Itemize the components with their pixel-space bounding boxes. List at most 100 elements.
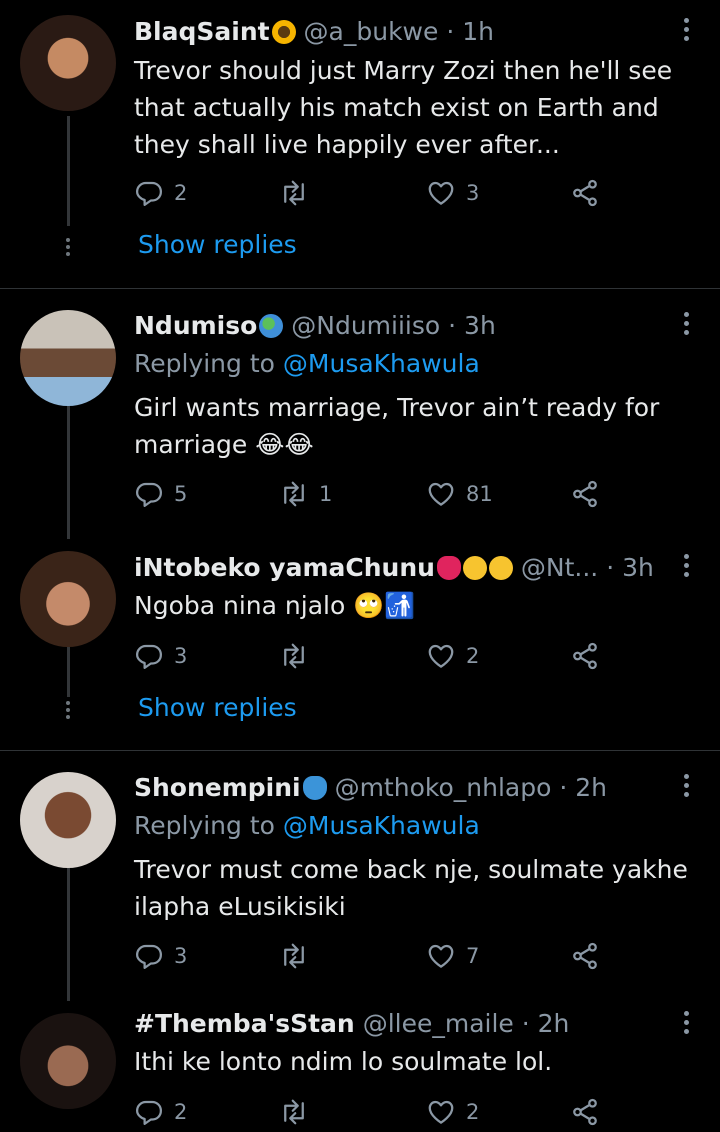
like-icon: [426, 479, 456, 509]
author-handle[interactable]: @mthoko_nhlapo: [335, 773, 552, 802]
retweet-button[interactable]: [279, 939, 319, 973]
share-button[interactable]: [570, 939, 610, 973]
author-name[interactable]: BlaqSaint: [134, 17, 270, 46]
show-replies-link[interactable]: Show replies: [138, 230, 297, 259]
retweet-icon: [279, 1097, 309, 1127]
share-button[interactable]: [570, 477, 610, 511]
like-count: 3: [466, 181, 480, 205]
tweet-time[interactable]: · 3h: [606, 553, 654, 582]
reply-icon: [134, 479, 164, 509]
reply-button[interactable]: 3: [134, 639, 187, 673]
retweet-button[interactable]: [279, 1095, 319, 1129]
author-name[interactable]: #Themba'sStan: [134, 1009, 355, 1038]
replying-to-label: Replying to: [134, 349, 275, 378]
like-button[interactable]: 7: [426, 939, 479, 973]
like-count: 2: [466, 644, 480, 668]
tweet-header: iNtobeko yamaChunu @Nt... · 3h: [134, 551, 680, 585]
like-icon: [426, 1097, 456, 1127]
replying-to-label: Replying to: [134, 811, 275, 840]
like-button[interactable]: 2: [426, 639, 479, 673]
tweet-header: Shonempini @mthoko_nhlapo · 2h: [134, 771, 680, 805]
tweet[interactable]: iNtobeko yamaChunu @Nt... · 3h Ngoba nin…: [0, 539, 720, 750]
show-replies-link[interactable]: Show replies: [138, 693, 297, 722]
share-button[interactable]: [570, 176, 610, 210]
author-handle[interactable]: @a_bukwe: [304, 17, 439, 46]
retweet-button[interactable]: 1: [279, 477, 332, 511]
tweet-actions: 5 1 81: [134, 477, 614, 511]
globe-icon: [259, 314, 284, 338]
reply-button[interactable]: 2: [134, 1095, 187, 1129]
retweet-icon: [279, 941, 309, 971]
author-handle[interactable]: @Nt...: [521, 553, 598, 582]
tweet[interactable]: Ndumiso @Ndumiiiso · 3h Replying to @Mus…: [0, 289, 720, 539]
reply-count: 3: [174, 644, 188, 668]
author-name[interactable]: Ndumiso: [134, 311, 257, 340]
retweet-button[interactable]: [279, 176, 319, 210]
author-handle[interactable]: @llee_maile: [363, 1009, 514, 1038]
more-icon[interactable]: [684, 774, 690, 801]
thread-line: [67, 116, 70, 226]
retweet-icon: [279, 178, 309, 208]
reply-button[interactable]: 2: [134, 176, 187, 210]
tweet-time[interactable]: · 3h: [448, 311, 496, 340]
tweet-actions: 2 2: [134, 1095, 614, 1129]
share-icon: [570, 941, 600, 971]
avatar[interactable]: [20, 15, 116, 111]
reply-icon: [134, 641, 164, 671]
tweet-time[interactable]: · 2h: [522, 1009, 570, 1038]
like-button[interactable]: 2: [426, 1095, 479, 1129]
tweet-text: Trevor should just Marry Zozi then he'll…: [134, 56, 673, 159]
share-icon: [570, 641, 600, 671]
author-handle[interactable]: @Ndumiiiso: [291, 311, 440, 340]
retweet-button[interactable]: [279, 639, 319, 673]
like-button[interactable]: 81: [426, 477, 493, 511]
reply-button[interactable]: 3: [134, 939, 187, 973]
avatar[interactable]: [20, 772, 116, 868]
tweet[interactable]: #Themba'sStan @llee_maile · 2h Ithi ke l…: [0, 1001, 720, 1132]
replying-to: Replying to @MusaKhawula: [134, 809, 480, 843]
avatar[interactable]: [20, 551, 116, 647]
tweet-text: Girl wants marriage, Trevor ain’t ready …: [134, 393, 660, 459]
share-button[interactable]: [570, 1095, 610, 1129]
avatar[interactable]: [20, 310, 116, 406]
retweet-count: 1: [319, 482, 333, 506]
tweet[interactable]: BlaqSaint @a_bukwe · 1h Trevor should ju…: [0, 0, 720, 288]
blue-heart-icon: [302, 776, 327, 800]
tweet-actions: 3 7: [134, 939, 614, 973]
share-icon: [570, 178, 600, 208]
reply-button[interactable]: 5: [134, 477, 187, 511]
more-icon[interactable]: [684, 312, 690, 339]
retweet-icon: [279, 641, 309, 671]
tweet-header: Ndumiso @Ndumiiiso · 3h: [134, 309, 680, 343]
like-count: 2: [466, 1100, 480, 1124]
tweet-time[interactable]: · 2h: [559, 773, 607, 802]
tweet-text: Trevor must come back nje, soulmate yakh…: [134, 855, 688, 921]
reply-icon: [134, 941, 164, 971]
tweet-time[interactable]: · 1h: [446, 17, 494, 46]
thread-dots: [65, 701, 71, 722]
more-icon[interactable]: [684, 554, 690, 581]
mention-link[interactable]: @MusaKhawula: [283, 811, 480, 840]
more-icon[interactable]: [684, 1011, 690, 1038]
avatar[interactable]: [20, 1013, 116, 1109]
heart-eyes-icon: [488, 556, 513, 580]
like-count: 81: [466, 482, 493, 506]
share-button[interactable]: [570, 639, 610, 673]
author-name[interactable]: Shonempini: [134, 773, 301, 802]
more-icon[interactable]: [684, 18, 690, 45]
mention-link[interactable]: @MusaKhawula: [283, 349, 480, 378]
share-icon: [570, 1097, 600, 1127]
like-icon: [426, 641, 456, 671]
reply-count: 2: [174, 1100, 188, 1124]
thread-dots: [65, 238, 71, 259]
like-button[interactable]: 3: [426, 176, 479, 210]
tweet-text: Ithi ke lonto ndim lo soulmate lol.: [134, 1047, 553, 1076]
like-icon: [426, 178, 456, 208]
tweet-header: BlaqSaint @a_bukwe · 1h: [134, 15, 680, 49]
tweet-actions: 3 2: [134, 639, 614, 673]
tweet[interactable]: Shonempini @mthoko_nhlapo · 2h Replying …: [0, 751, 720, 1001]
retweet-icon: [279, 479, 309, 509]
sunflower-icon: [271, 20, 296, 44]
thread-line: [67, 406, 70, 539]
author-name[interactable]: iNtobeko yamaChunu: [134, 553, 435, 582]
